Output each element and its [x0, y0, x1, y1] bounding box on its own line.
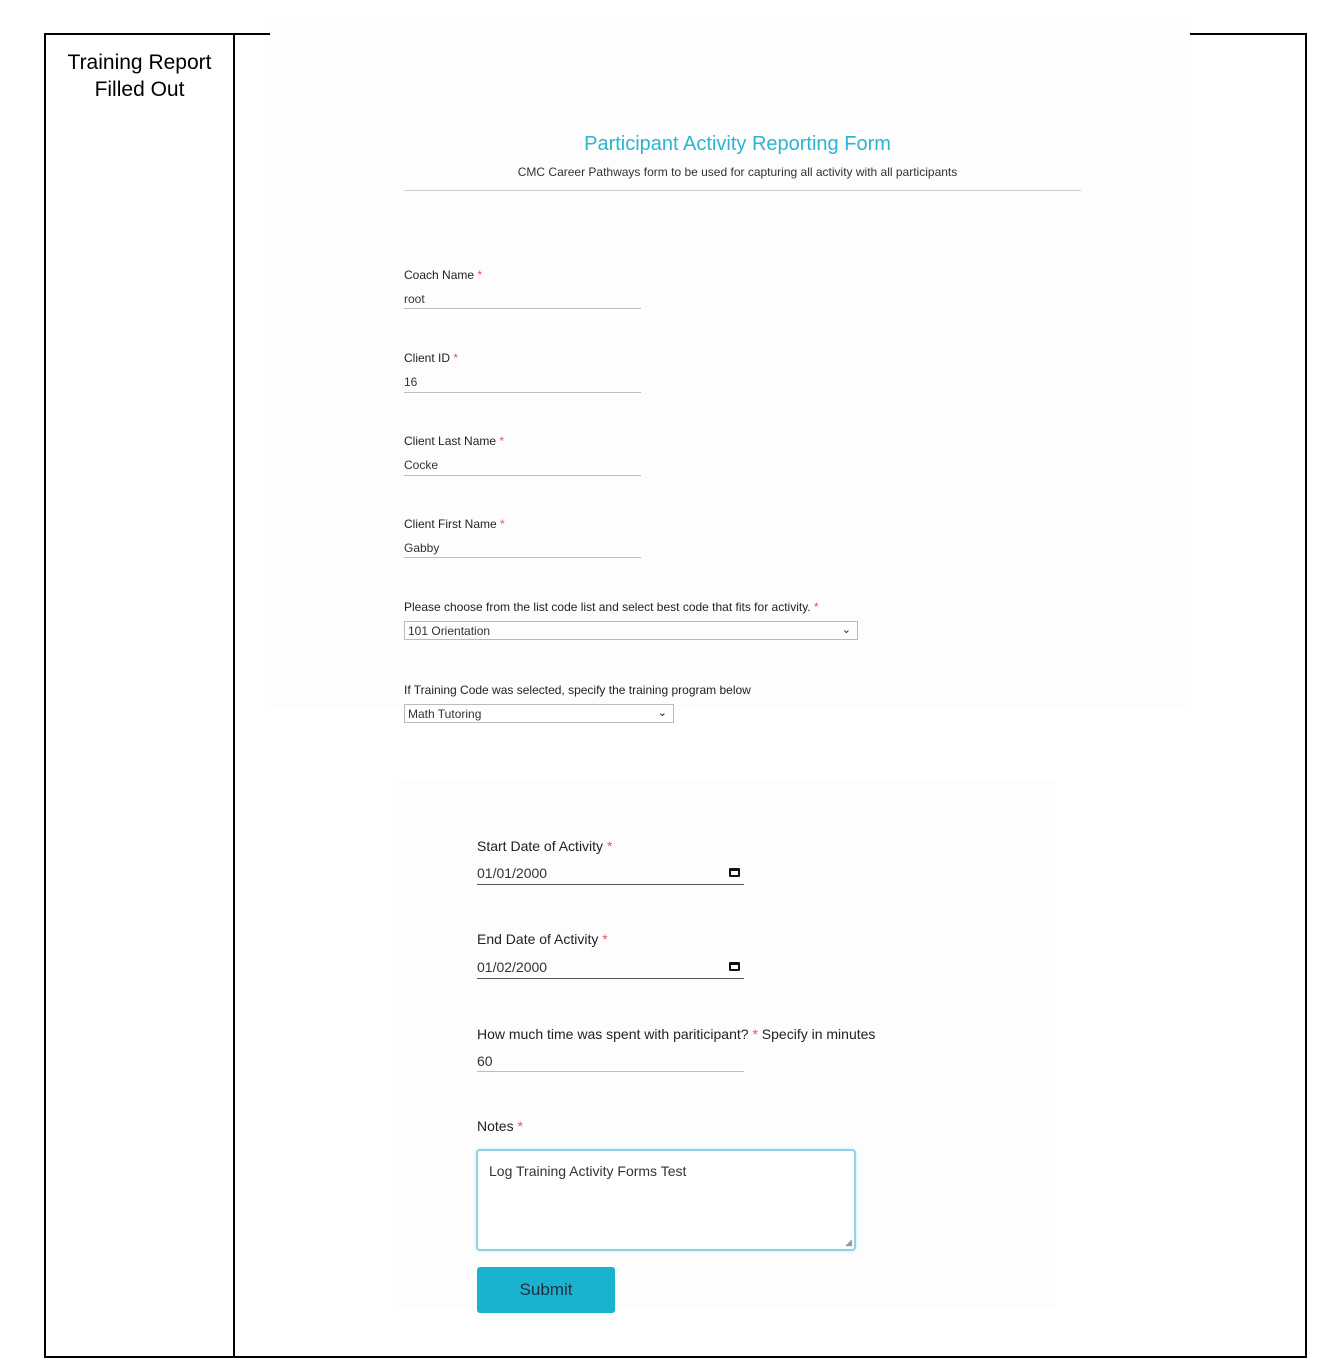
activity-code-select[interactable]: 101 Orientation ⌄ [404, 621, 858, 640]
submit-button[interactable]: Submit [477, 1267, 615, 1313]
end-date-underline [477, 978, 744, 979]
start-date-label: Start Date of Activity * [477, 838, 613, 854]
form-title: Participant Activity Reporting Form [584, 133, 891, 155]
activity-code-label: Please choose from the list code list an… [404, 600, 819, 614]
calendar-icon[interactable] [729, 962, 740, 971]
notes-textarea[interactable]: Log Training Activity Forms Test ◢ [476, 1149, 856, 1251]
resize-handle-icon[interactable]: ◢ [845, 1237, 852, 1248]
time-spent-underline [477, 1071, 744, 1072]
calendar-icon[interactable] [729, 868, 740, 877]
client-last-name-label: Client Last Name * [404, 434, 505, 448]
activity-code-value: 101 Orientation [408, 624, 491, 638]
coach-name-underline [404, 308, 641, 309]
start-date-field[interactable]: 01/01/2000 [477, 865, 547, 881]
client-id-field[interactable]: 16 [404, 375, 417, 389]
chevron-down-icon: ⌄ [657, 707, 667, 719]
time-spent-label: How much time was spent with pariticipan… [477, 1026, 876, 1042]
row-label: Training Report Filled Out [67, 51, 212, 101]
table-divider [233, 35, 235, 1356]
coach-name-field[interactable]: root [404, 292, 425, 306]
notes-label: Notes * [477, 1118, 523, 1134]
end-date-field[interactable]: 01/02/2000 [477, 959, 547, 975]
training-program-label: If Training Code was selected, specify t… [404, 683, 751, 697]
client-first-name-label: Client First Name * [404, 517, 505, 531]
training-program-select[interactable]: Math Tutoring ⌄ [404, 704, 674, 723]
client-first-name-field[interactable]: Gabby [404, 541, 439, 555]
start-date-underline [477, 884, 744, 885]
coach-name-label: Coach Name * [404, 268, 483, 282]
training-program-value: Math Tutoring [408, 707, 482, 721]
notes-text: Log Training Activity Forms Test [489, 1163, 687, 1179]
time-spent-field[interactable]: 60 [477, 1053, 493, 1069]
client-id-label: Client ID * [404, 351, 459, 365]
form-subtitle: CMC Career Pathways form to be used for … [517, 165, 958, 179]
client-first-name-underline [404, 557, 641, 558]
header-divider [404, 190, 1081, 191]
end-date-label: End Date of Activity * [477, 931, 608, 947]
client-last-name-underline [404, 475, 641, 476]
client-id-underline [404, 392, 641, 393]
client-last-name-field[interactable]: Cocke [404, 458, 438, 472]
chevron-down-icon: ⌄ [841, 624, 851, 636]
